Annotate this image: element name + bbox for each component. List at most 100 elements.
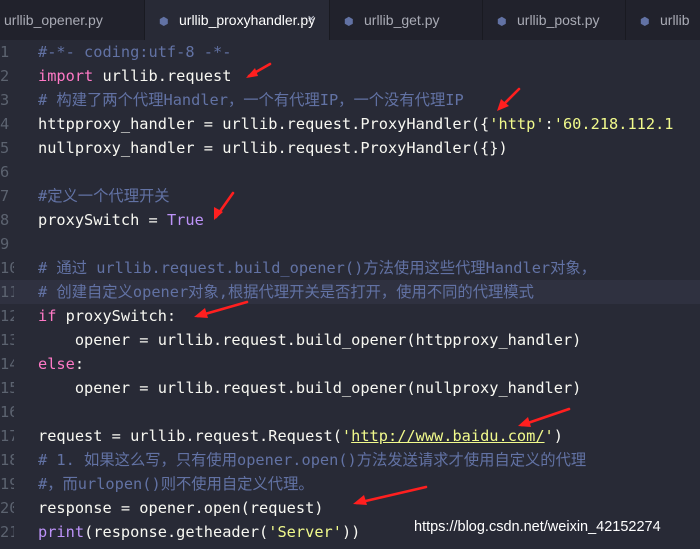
code-text: #-*- coding:utf-8 -*-	[38, 40, 231, 64]
python-file-icon: ⬢	[159, 16, 169, 28]
code-line[interactable]: 16	[0, 400, 700, 424]
code-line[interactable]: 15 opener = urllib.request.build_opener(…	[0, 376, 700, 400]
code-line[interactable]: 19 #，而urlopen()则不使用自定义代理。	[0, 472, 700, 496]
line-number: 4	[0, 115, 10, 133]
code-text: response = opener.open(request)	[38, 496, 324, 520]
line-number: 2	[0, 67, 10, 85]
watermark-text: https://blog.csdn.net/weixin_42152274	[414, 519, 661, 535]
line-number: 18	[0, 451, 14, 469]
line-number: 12	[0, 307, 14, 325]
code-token: 'Server'	[268, 523, 342, 541]
code-line[interactable]: 8 proxySwitch = True	[0, 208, 700, 232]
line-number: 17	[0, 427, 14, 445]
tab-label: urllib	[660, 12, 690, 28]
code-token: ))	[341, 523, 361, 541]
code-token: # 创建自定义opener对象,根据代理开关是否打开，使用不同的代理模式	[38, 283, 534, 301]
python-file-icon: ⬢	[640, 16, 650, 28]
code-token: request = urllib.request.Request(	[38, 427, 342, 445]
code-line[interactable]: 12 if proxySwitch:	[0, 304, 700, 328]
code-token: :	[74, 355, 85, 373]
code-token: #，而urlopen()则不使用自定义代理。	[38, 475, 314, 493]
code-line[interactable]: 9	[0, 232, 700, 256]
code-text: request = urllib.request.Request('http:/…	[38, 424, 563, 448]
code-token: True	[166, 211, 204, 229]
code-token: else	[38, 355, 75, 373]
code-token: if	[38, 307, 57, 325]
code-token: print	[38, 523, 85, 541]
line-number: 3	[0, 91, 10, 109]
code-token: response = opener.open(request)	[38, 499, 324, 517]
tab-urllib-post-py[interactable]: ⬢ urllib_post.py	[483, 0, 626, 40]
code-line[interactable]: 17 request = urllib.request.Request('http…	[0, 424, 700, 448]
code-text: #，而urlopen()则不使用自定义代理。	[38, 472, 314, 496]
code-text: # 构建了两个代理Handler，一个有代理IP，一个没有代理IP	[38, 88, 464, 112]
code-token: :	[544, 115, 554, 133]
code-line[interactable]: 20 response = opener.open(request)	[0, 496, 700, 520]
close-tab-icon[interactable]: ×	[307, 11, 315, 26]
code-line[interactable]: 11 # 创建自定义opener对象,根据代理开关是否打开，使用不同的代理模式	[0, 280, 700, 304]
code-token: nullproxy_handler = urllib.request.Proxy…	[38, 139, 508, 157]
code-text: # 通过 urllib.request.build_opener()方法使用这些…	[38, 256, 596, 280]
line-number: 11	[0, 283, 14, 301]
code-line[interactable]: 18 # 1. 如果这么写，只有使用opener.open()方法发送请求才使用自…	[0, 448, 700, 472]
code-token: #-*- coding:utf-8 -*-	[38, 43, 232, 61]
line-number: 7	[0, 187, 10, 205]
line-number: 10	[0, 259, 14, 277]
line-number: 5	[0, 139, 10, 157]
line-number: 14	[0, 355, 14, 373]
code-text: # 创建自定义opener对象,根据代理开关是否打开，使用不同的代理模式	[38, 280, 534, 304]
tab-label: urllib_opener.py	[4, 12, 103, 28]
code-token: opener = urllib.request.build_opener(htt…	[38, 331, 582, 349]
code-text: opener = urllib.request.build_opener(nul…	[38, 376, 582, 400]
line-number: 8	[0, 211, 10, 229]
code-text: #定义一个代理开关	[38, 184, 170, 208]
tab-label: urllib_get.py	[364, 12, 440, 28]
code-token: '60.218.112.1	[553, 115, 674, 133]
line-number: 13	[0, 331, 14, 349]
editor-tab-bar: urllib_opener.py ⬢ urllib_proxyhandler.py ×…	[0, 0, 700, 40]
tab-urllib[interactable]: ⬢ urllib	[626, 0, 700, 40]
code-editor[interactable]: 1 #-*- coding:utf-8 -*- 2 import urllib.req…	[0, 40, 700, 549]
python-file-icon: ⬢	[497, 16, 507, 28]
line-number: 1	[0, 43, 10, 61]
code-text: import urllib.request	[38, 64, 231, 88]
code-token: '	[544, 427, 554, 445]
code-text: if proxySwitch:	[38, 304, 176, 328]
tab-urllib-proxyhandler-py[interactable]: ⬢ urllib_proxyhandler.py ×	[145, 0, 330, 40]
line-number: 6	[0, 163, 10, 181]
line-number: 20	[0, 499, 14, 517]
code-line[interactable]: 6	[0, 160, 700, 184]
tab-urllib-get-py[interactable]: ⬢ urllib_get.py	[330, 0, 483, 40]
line-number: 19	[0, 475, 14, 493]
code-token: (response.getheader(	[84, 523, 269, 541]
code-text: # 1. 如果这么写，只有使用opener.open()方法发送请求才使用自定义…	[38, 448, 586, 472]
code-token: #定义一个代理开关	[38, 187, 170, 205]
code-token: opener = urllib.request.build_opener(nul…	[38, 379, 582, 397]
line-number: 16	[0, 403, 14, 421]
code-text: else:	[38, 352, 84, 376]
code-token: proxySwitch =	[38, 211, 167, 229]
code-line[interactable]: 14 else:	[0, 352, 700, 376]
code-text: proxySwitch = True	[38, 208, 204, 232]
code-token: import	[38, 67, 94, 85]
code-line[interactable]: 7 #定义一个代理开关	[0, 184, 700, 208]
code-text: opener = urllib.request.build_opener(htt…	[38, 328, 582, 352]
code-token: '	[341, 427, 352, 445]
code-line[interactable]: 2 import urllib.request	[0, 64, 700, 88]
code-text: print(response.getheader('Server'))	[38, 520, 360, 544]
code-token: # 构建了两个代理Handler，一个有代理IP，一个没有代理IP	[38, 91, 464, 109]
code-line[interactable]: 4 httpproxy_handler = urllib.request.Prox…	[0, 112, 700, 136]
code-line[interactable]: 10 # 通过 urllib.request.build_opener()方法使用…	[0, 256, 700, 280]
code-token: 'http'	[489, 115, 545, 133]
code-token: # 1. 如果这么写，只有使用opener.open()方法发送请求才使用自定义…	[38, 451, 587, 469]
code-line[interactable]: 5 nullproxy_handler = urllib.request.Prox…	[0, 136, 700, 160]
code-text: nullproxy_handler = urllib.request.Proxy…	[38, 136, 508, 160]
code-line[interactable]: 13 opener = urllib.request.build_opener(…	[0, 328, 700, 352]
code-line[interactable]: 3 # 构建了两个代理Handler，一个有代理IP，一个没有代理IP	[0, 88, 700, 112]
tab-urllib-opener-py[interactable]: urllib_opener.py	[0, 0, 145, 40]
python-file-icon: ⬢	[344, 16, 354, 28]
tab-label: urllib_post.py	[517, 12, 600, 28]
code-token: httpproxy_handler = urllib.request.Proxy…	[38, 115, 490, 133]
line-number: 15	[0, 379, 14, 397]
code-line[interactable]: 1 #-*- coding:utf-8 -*-	[0, 40, 700, 64]
